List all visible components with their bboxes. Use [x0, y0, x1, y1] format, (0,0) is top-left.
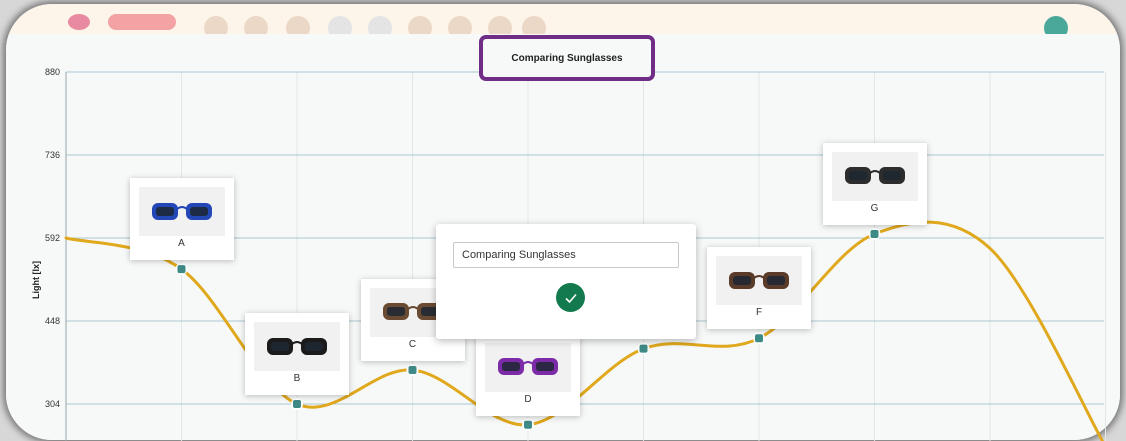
- y-tick-label: 880: [45, 67, 60, 77]
- data-point-marker-core: [408, 365, 417, 374]
- sunglasses-icon: [151, 202, 212, 220]
- data-point-marker-core: [524, 420, 532, 429]
- sunglasses-icon: [382, 303, 443, 321]
- data-point-card[interactable]: A: [129, 178, 234, 261]
- y-tick-label: 448: [45, 316, 60, 326]
- y-tick-labels: 304 448 592 736 880: [45, 67, 60, 409]
- y-axis-label: Light [lx]: [31, 261, 41, 299]
- y-tick-label: 304: [45, 399, 60, 409]
- sunglasses-photo: [254, 322, 340, 371]
- check-icon: [564, 293, 577, 303]
- data-point-label: D: [524, 393, 532, 405]
- data-point-marker-core: [177, 265, 186, 274]
- data-point-marker-core: [293, 400, 301, 408]
- chart-name-input[interactable]: [453, 242, 679, 268]
- data-point-label: A: [178, 238, 185, 250]
- sunglasses-icon: [729, 271, 789, 289]
- data-point-card[interactable]: D: [476, 333, 580, 416]
- y-tick-label: 736: [45, 150, 60, 160]
- confirm-button[interactable]: [556, 283, 585, 312]
- sunglasses-icon: [844, 167, 905, 185]
- data-point-label: C: [408, 338, 417, 350]
- data-point-marker-core: [755, 334, 763, 343]
- sunglasses-photo: [138, 187, 225, 237]
- chart-title: Comparing Sunglasses: [511, 52, 623, 64]
- sunglasses-icon: [498, 358, 558, 376]
- y-tick-label: 592: [45, 233, 60, 243]
- chart-title-box[interactable]: Comparing Sunglasses: [479, 35, 655, 81]
- data-point-label: F: [755, 307, 763, 319]
- data-point-marker-core: [639, 344, 648, 353]
- data-point-marker-core: [870, 229, 879, 238]
- data-point-label: G: [870, 202, 879, 214]
- sunglasses-icon: [267, 337, 327, 355]
- sunglasses-photo: [831, 151, 918, 201]
- data-point-card[interactable]: B: [245, 313, 349, 395]
- rename-dialog: [436, 224, 696, 339]
- data-point-label: B: [293, 373, 301, 384]
- sunglasses-photo: [716, 256, 802, 306]
- sunglasses-photo: [485, 342, 571, 392]
- data-point-card[interactable]: F: [707, 247, 811, 330]
- data-point-card[interactable]: G: [822, 142, 927, 225]
